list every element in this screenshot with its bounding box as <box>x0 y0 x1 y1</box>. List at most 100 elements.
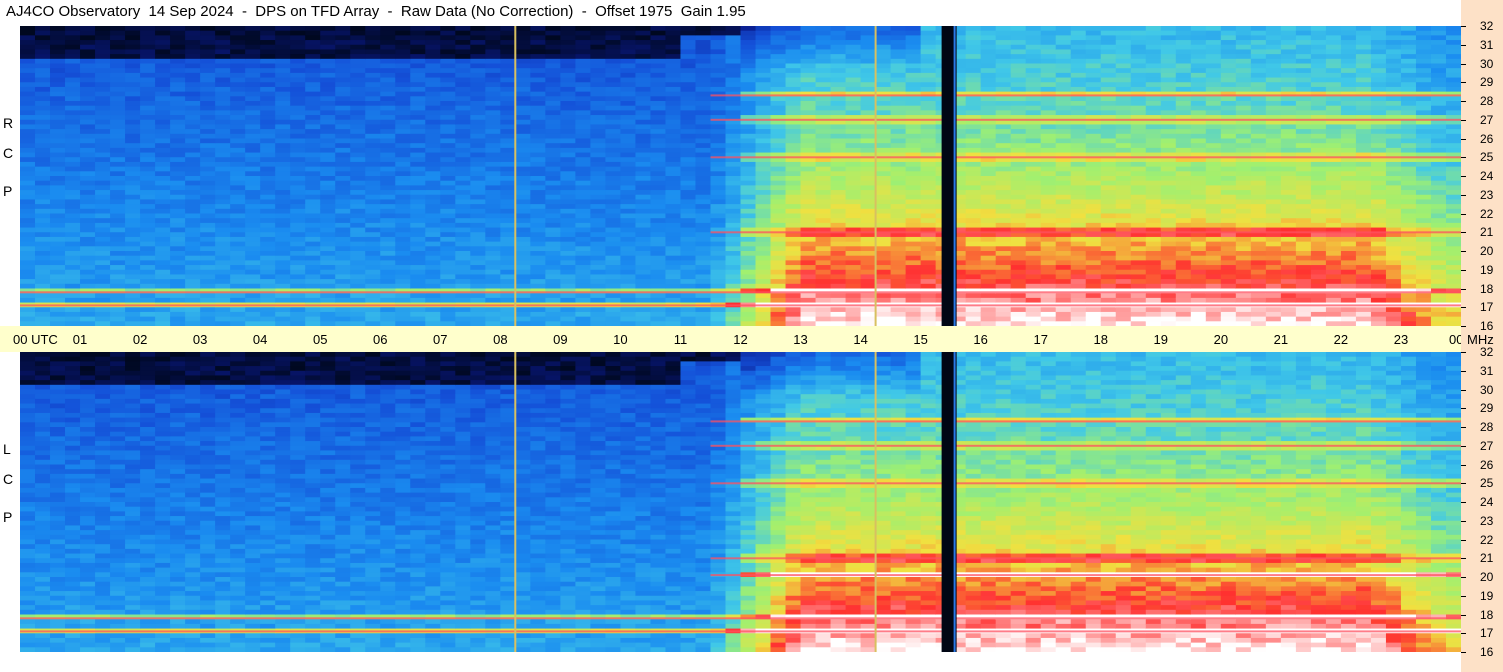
heatmap-cell <box>530 63 546 69</box>
heatmap-cell <box>770 208 787 215</box>
heatmap-cell <box>830 86 847 93</box>
heatmap-cell <box>1070 279 1087 285</box>
heatmap-cell <box>485 143 501 149</box>
heatmap-cell <box>695 35 712 41</box>
heatmap-cell <box>860 176 877 182</box>
heatmap-cell <box>650 297 667 304</box>
heatmap-cell <box>995 307 1012 313</box>
heatmap-cell <box>275 260 291 266</box>
heatmap-cell <box>710 307 727 313</box>
heatmap-cell <box>980 199 997 205</box>
heatmap-cell <box>110 124 126 130</box>
heatmap-cell <box>770 63 787 69</box>
heatmap-cell <box>770 143 787 149</box>
heatmap-cell <box>80 283 96 290</box>
heatmap-cell <box>215 293 231 299</box>
heatmap-cell <box>1025 293 1042 299</box>
heatmap-cell <box>1160 96 1177 102</box>
heatmap-cell <box>65 283 81 290</box>
heatmap-cell <box>845 86 862 93</box>
heatmap-cell <box>635 110 652 116</box>
heatmap-cell <box>1130 269 1147 276</box>
heatmap-cell <box>425 166 441 172</box>
heatmap-cell <box>245 265 261 271</box>
heatmap-cell <box>710 218 727 224</box>
heatmap-cell <box>785 311 802 318</box>
heatmap-cell <box>500 311 516 318</box>
heatmap-cell <box>1100 180 1117 186</box>
heatmap-cell <box>95 269 111 276</box>
heatmap-cell <box>305 110 321 116</box>
heatmap-cell <box>470 227 486 233</box>
heatmap-cell <box>470 44 486 51</box>
heatmap-cell <box>95 82 111 88</box>
heatmap-cell <box>470 77 486 83</box>
heatmap-cell <box>845 251 862 257</box>
heatmap-cell <box>590 297 607 304</box>
heatmap-cell <box>815 255 832 261</box>
heatmap-cell <box>1040 265 1057 271</box>
heatmap-cell <box>995 180 1012 186</box>
heatmap-cell <box>320 171 336 177</box>
heatmap-cell <box>710 283 727 290</box>
heatmap-cell <box>200 157 216 163</box>
heatmap-cell <box>725 255 742 261</box>
heatmap-cell <box>920 194 937 201</box>
heatmap-cell <box>1115 110 1132 116</box>
heatmap-cell <box>290 255 306 261</box>
heatmap-cell <box>125 255 141 261</box>
heatmap-cell <box>1160 30 1177 36</box>
heatmap-cell <box>80 269 96 276</box>
heatmap-cell <box>305 124 321 130</box>
heatmap-cell <box>395 246 411 252</box>
heatmap-cell <box>65 129 81 135</box>
heatmap-cell <box>590 147 607 154</box>
heatmap-cell <box>830 58 847 65</box>
heatmap-cell <box>665 265 682 271</box>
heatmap-cell <box>275 115 291 121</box>
heatmap-cell <box>425 279 441 285</box>
heatmap-cell <box>965 129 982 135</box>
heatmap-cell <box>1040 316 1057 322</box>
heatmap-cell <box>995 110 1012 116</box>
heatmap-cell <box>290 204 306 210</box>
heatmap-cell <box>740 143 757 149</box>
heatmap-cell <box>275 269 291 276</box>
heatmap-cell <box>995 293 1012 299</box>
heatmap-cell <box>995 241 1012 247</box>
heatmap-cell <box>920 161 937 168</box>
heatmap-cell <box>260 115 276 121</box>
heatmap-cell <box>200 110 216 116</box>
heatmap-cell <box>1160 35 1177 41</box>
heatmap-cell <box>560 213 576 219</box>
heatmap-cell <box>575 232 591 238</box>
heatmap-cell <box>440 213 456 219</box>
heatmap-cell <box>1175 251 1192 257</box>
heatmap-cell <box>905 40 922 46</box>
heatmap-cell <box>785 199 802 205</box>
heatmap-cell <box>215 194 231 201</box>
heatmap-cell <box>350 68 366 74</box>
heatmap-cell <box>695 236 712 243</box>
heatmap-cell <box>1130 124 1147 130</box>
heatmap-cell <box>320 279 336 285</box>
heatmap-cell <box>980 44 997 51</box>
heatmap-cell <box>680 199 697 205</box>
heatmap-cell <box>1160 251 1177 257</box>
heatmap-cell <box>965 199 982 205</box>
heatmap-cell <box>1085 54 1102 60</box>
heatmap-cell <box>215 105 231 111</box>
heatmap-cell <box>65 44 81 51</box>
heatmap-cell <box>65 274 81 280</box>
heatmap-cell <box>35 40 51 46</box>
heatmap-cell <box>590 194 607 201</box>
heatmap-cell <box>155 208 171 215</box>
heatmap-cell <box>1055 63 1072 69</box>
heatmap-cell <box>860 255 877 261</box>
heatmap-cell <box>80 143 96 149</box>
heatmap-cell <box>1145 251 1162 257</box>
heatmap-cell <box>875 110 892 116</box>
heatmap-cell <box>890 311 907 318</box>
heatmap-cell <box>1010 26 1027 32</box>
heatmap-cell <box>1010 40 1027 46</box>
